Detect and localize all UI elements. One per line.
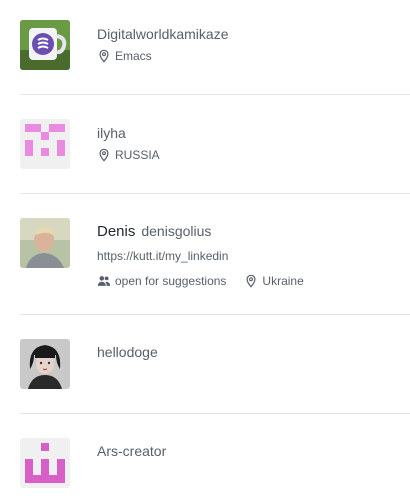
user-name[interactable]: hellodoge [97, 342, 407, 362]
user-login[interactable]: denisgolius [141, 223, 211, 239]
user-item: hellodoge [20, 339, 410, 389]
avatar[interactable] [20, 218, 70, 268]
user-list: Digitalworldkamikaze Emacs ilyha RUSSIA … [0, 0, 410, 501]
avatar[interactable] [20, 119, 70, 169]
avatar[interactable] [20, 438, 70, 488]
user-item: Digitalworldkamikaze Emacs [20, 20, 410, 70]
location-pin-icon [97, 148, 111, 162]
user-location: Ukraine [262, 274, 304, 288]
people-icon [97, 274, 111, 288]
user-item: ilyha RUSSIA [20, 119, 410, 169]
divider [20, 413, 410, 414]
user-location: RUSSIA [115, 148, 160, 162]
divider [20, 94, 410, 95]
user-name[interactable]: Ars-creator [97, 441, 407, 461]
location-pin-icon [97, 49, 111, 63]
user-item: Ars-creator [20, 438, 410, 488]
user-item: Denis denisgolius https://kutt.it/my_link… [20, 218, 410, 290]
user-name[interactable]: Denis [97, 223, 135, 240]
location-pin-icon [244, 274, 258, 288]
user-name[interactable]: ilyha [97, 123, 407, 143]
user-bio: open for suggestions [115, 274, 227, 288]
avatar[interactable] [20, 20, 70, 70]
avatar[interactable] [20, 339, 70, 389]
user-name[interactable]: Digitalworldkamikaze [97, 24, 407, 44]
user-location: Emacs [115, 49, 152, 63]
divider [20, 193, 410, 194]
divider [20, 314, 410, 315]
profile-link[interactable]: https://kutt.it/my_linkedin [97, 247, 407, 265]
